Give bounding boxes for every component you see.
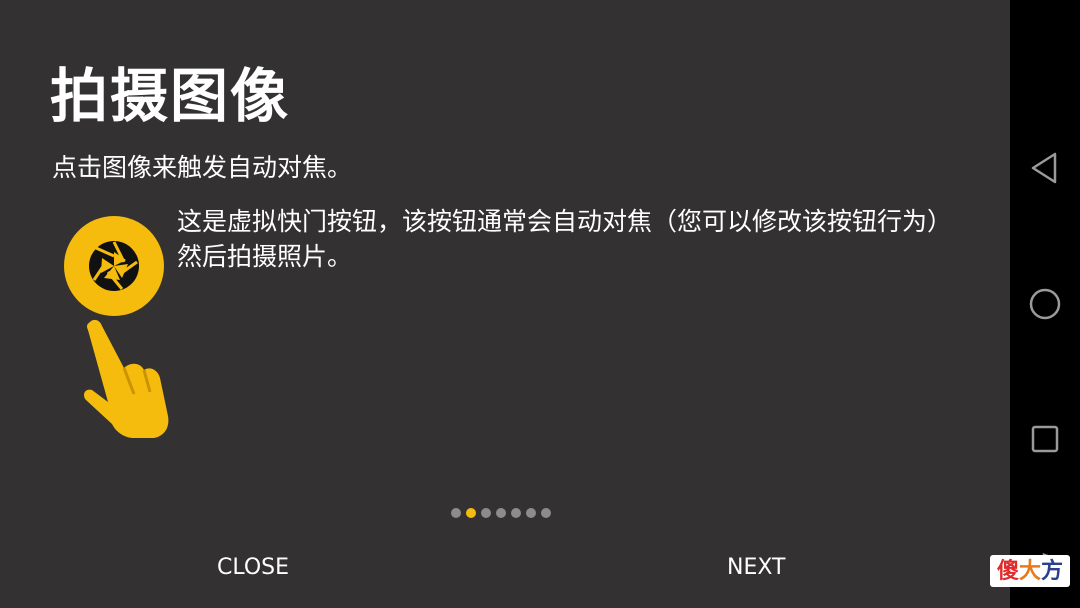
page-dot xyxy=(511,508,521,518)
recents-button[interactable] xyxy=(1027,421,1063,457)
page-dot xyxy=(541,508,551,518)
square-recents-icon xyxy=(1031,425,1059,453)
tutorial-subtitle: 点击图像来触发自动对焦。 xyxy=(52,153,353,182)
triangle-back-icon xyxy=(1031,152,1057,184)
back-button[interactable] xyxy=(1027,150,1063,186)
watermark-char: 大 xyxy=(1018,558,1041,584)
shutter-button-illustration xyxy=(64,216,164,316)
close-button[interactable]: CLOSE xyxy=(217,550,289,586)
pointing-hand-illustration xyxy=(80,316,180,440)
tutorial-screen: 拍摄图像 点击图像来触发自动对焦。 这是虚拟快门按钮，该按钮通常会自动对焦（您可… xyxy=(0,0,1010,608)
pointing-hand-icon xyxy=(84,319,169,438)
page-dot xyxy=(451,508,461,518)
home-button[interactable] xyxy=(1027,286,1063,322)
page-dot xyxy=(526,508,536,518)
page-dot-active xyxy=(466,508,476,518)
watermark-logo: 傻大方 xyxy=(990,555,1070,587)
page-dot xyxy=(481,508,491,518)
page-title: 拍摄图像 xyxy=(50,62,291,130)
page-indicator xyxy=(451,508,551,518)
watermark-char: 方 xyxy=(1041,558,1064,584)
camera-aperture-icon xyxy=(89,241,139,291)
tutorial-description: 这是虚拟快门按钮，该按钮通常会自动对焦（您可以修改该按钮行为）然后拍摄照片。 xyxy=(177,207,953,271)
circle-home-icon xyxy=(1029,288,1061,320)
watermark-char: 傻 xyxy=(996,558,1019,584)
page-dot xyxy=(496,508,506,518)
system-navigation-bar: > xyxy=(1010,0,1080,608)
next-button[interactable]: NEXT xyxy=(727,550,785,586)
